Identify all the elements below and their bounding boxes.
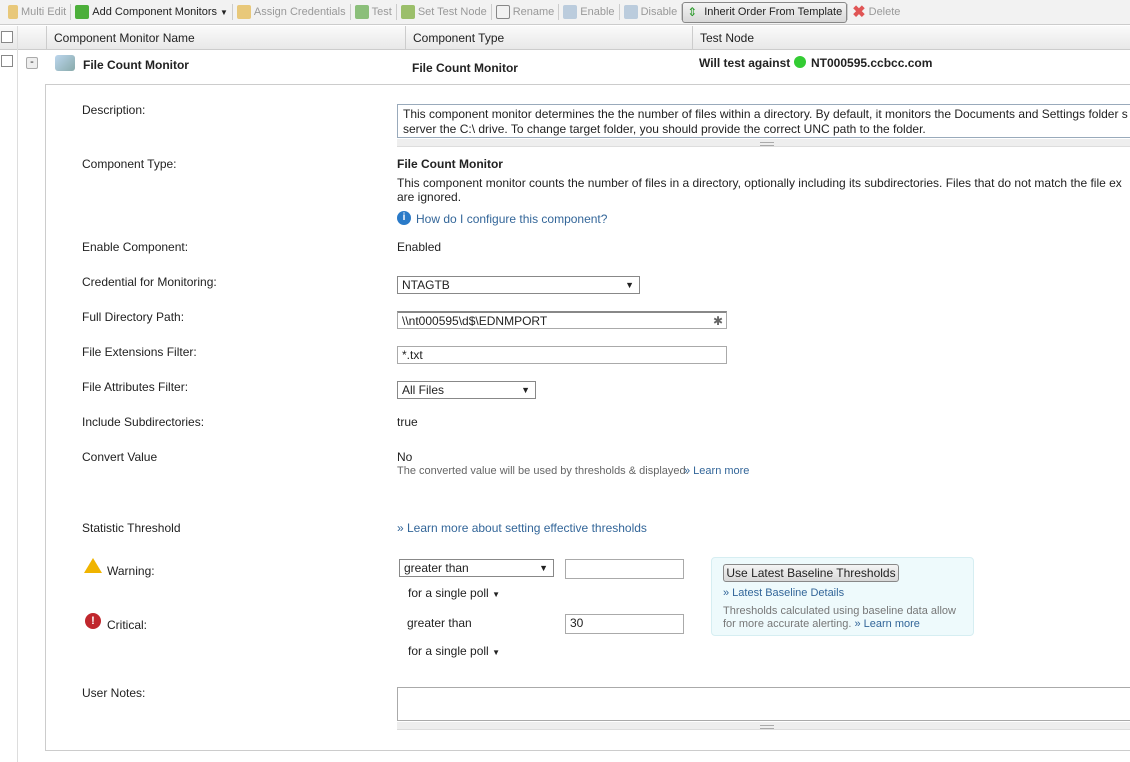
rename-button[interactable]: Rename xyxy=(492,2,559,23)
row-test-prefix: Will test against xyxy=(699,56,791,70)
warning-value-input[interactable] xyxy=(565,559,684,579)
path-label: Full Directory Path: xyxy=(82,310,185,324)
critical-operator: greater than xyxy=(407,616,472,630)
attributes-select[interactable]: All Files ▼ xyxy=(397,381,536,399)
chevron-down-icon: ▼ xyxy=(521,385,530,395)
critical-poll-dropdown[interactable]: for a single poll ▼ xyxy=(408,644,500,658)
add-component-monitors-button[interactable]: Add Component Monitors ▼ xyxy=(71,2,232,23)
chevron-down-icon: ▼ xyxy=(219,7,228,17)
description-textarea[interactable]: This component monitor determines the th… xyxy=(397,104,1130,138)
credential-value: NTAGTB xyxy=(402,278,450,292)
row-type: File Count Monitor xyxy=(412,61,518,75)
critical-poll: for a single poll xyxy=(408,644,489,658)
component-type-desc2: are ignored. xyxy=(397,190,462,204)
attributes-label: File Attributes Filter: xyxy=(82,380,189,394)
chevron-down-icon: ▼ xyxy=(625,280,634,290)
set-test-node-button[interactable]: Set Test Node xyxy=(397,2,491,23)
test-icon xyxy=(354,5,369,19)
path-input[interactable]: \\nt000595\d$\EDNMPORT ✱ xyxy=(397,311,727,329)
warning-icon xyxy=(84,558,102,573)
inherit-order-button[interactable]: ⇕ Inherit Order From Template xyxy=(682,1,848,23)
credential-select[interactable]: NTAGTB ▼ xyxy=(397,276,640,294)
convert-label: Convert Value xyxy=(82,450,158,464)
select-all-checkbox[interactable] xyxy=(1,31,13,43)
component-type-label: Component Type: xyxy=(82,157,177,171)
critical-value: 30 xyxy=(570,616,584,630)
key-icon xyxy=(236,5,251,19)
user-notes-textarea[interactable] xyxy=(397,687,1130,721)
toolbar: Multi Edit Add Component Monitors ▼ Assig… xyxy=(0,0,1130,25)
warning-poll: for a single poll xyxy=(408,586,489,600)
warning-poll-dropdown[interactable]: for a single poll ▼ xyxy=(408,586,500,600)
disable-icon xyxy=(623,5,638,19)
baseline-details-link[interactable]: » Latest Baseline Details xyxy=(723,587,844,599)
thresholds-learn-link[interactable]: » Learn more about setting effective thr… xyxy=(397,521,647,535)
statistic-label: Statistic Threshold xyxy=(82,521,181,535)
multi-edit-button[interactable]: Multi Edit xyxy=(4,2,70,23)
convert-learn-more-link[interactable]: » Learn more xyxy=(684,465,749,477)
convert-note: The converted value will be used by thre… xyxy=(397,465,689,477)
column-name[interactable]: Component Monitor Name xyxy=(46,26,406,50)
status-up-icon xyxy=(794,56,806,68)
attributes-value: All Files xyxy=(402,383,445,397)
baseline-text2: for more accurate alerting. xyxy=(723,618,852,630)
component-icon xyxy=(55,55,75,71)
enable-button[interactable]: Enable xyxy=(559,2,618,23)
plus-icon xyxy=(75,5,90,19)
chevron-down-icon: ▼ xyxy=(539,563,548,573)
collapse-button[interactable]: - xyxy=(26,57,38,69)
warning-operator-select[interactable]: greater than ▼ xyxy=(399,559,554,577)
delete-icon: ✖ xyxy=(852,4,866,21)
configure-help-link[interactable]: How do I configure this component? xyxy=(416,212,607,226)
convert-value: No xyxy=(397,450,413,464)
extensions-input[interactable]: *.txt xyxy=(397,346,727,364)
component-type-desc: This component monitor counts the number… xyxy=(397,176,1122,190)
component-type-title: File Count Monitor xyxy=(397,157,503,171)
chevron-down-icon: ▼ xyxy=(492,648,500,657)
extensions-value: *.txt xyxy=(402,348,423,362)
delete-button[interactable]: ✖ Delete xyxy=(848,2,904,23)
test-node-link[interactable]: NT000595.ccbcc.com xyxy=(811,56,932,70)
enable-label: Enable Component: xyxy=(82,240,189,254)
pencil-icon xyxy=(8,5,18,19)
warning-label: Warning: xyxy=(107,564,155,578)
notes-label: User Notes: xyxy=(82,686,146,700)
description-label: Description: xyxy=(82,103,146,117)
critical-icon: ! xyxy=(85,613,101,629)
row-name[interactable]: File Count Monitor xyxy=(83,58,189,72)
resize-handle[interactable] xyxy=(397,139,1130,147)
enable-icon xyxy=(563,5,578,19)
column-test-node[interactable]: Test Node xyxy=(692,26,1130,50)
resize-handle[interactable] xyxy=(397,722,1130,730)
table-row: - File Count Monitor File Count Monitor … xyxy=(0,51,1130,83)
baseline-learn-more-link[interactable]: » Learn more xyxy=(854,618,919,630)
enable-value: Enabled xyxy=(397,240,442,254)
critical-value-input[interactable]: 30 xyxy=(565,614,684,634)
use-baseline-button[interactable]: Use Latest Baseline Thresholds xyxy=(723,564,899,582)
up-down-arrows-icon: ⇕ xyxy=(687,5,698,19)
description-line: This component monitor determines the th… xyxy=(403,107,1128,121)
chevron-down-icon: ▼ xyxy=(492,590,500,599)
subdirs-value: true xyxy=(397,415,418,429)
browse-gear-icon[interactable]: ✱ xyxy=(713,313,723,329)
assign-credentials-button[interactable]: Assign Credentials xyxy=(233,2,350,23)
grid-header: Component Monitor Name Component Type Te… xyxy=(0,26,1130,50)
extensions-label: File Extensions Filter: xyxy=(82,345,197,359)
node-icon xyxy=(400,5,415,19)
subdirs-label: Include Subdirectories: xyxy=(82,415,205,429)
baseline-text: for more accurate alerting. » Learn more xyxy=(723,618,920,630)
info-icon: i xyxy=(397,211,411,225)
warning-operator: greater than xyxy=(404,561,469,575)
critical-label: Critical: xyxy=(107,618,148,632)
description-line: server the C:\ drive. To change target f… xyxy=(403,122,926,136)
column-type[interactable]: Component Type xyxy=(405,26,692,50)
row-checkbox[interactable] xyxy=(1,55,13,67)
disable-button[interactable]: Disable xyxy=(620,2,682,23)
rename-icon xyxy=(495,5,510,19)
path-value: \\nt000595\d$\EDNMPORT xyxy=(402,314,548,328)
baseline-text: Thresholds calculated using baseline dat… xyxy=(723,605,956,617)
credential-label: Credential for Monitoring: xyxy=(82,275,217,289)
test-button[interactable]: Test xyxy=(351,2,396,23)
baseline-box: Use Latest Baseline Thresholds » Latest … xyxy=(711,557,974,636)
